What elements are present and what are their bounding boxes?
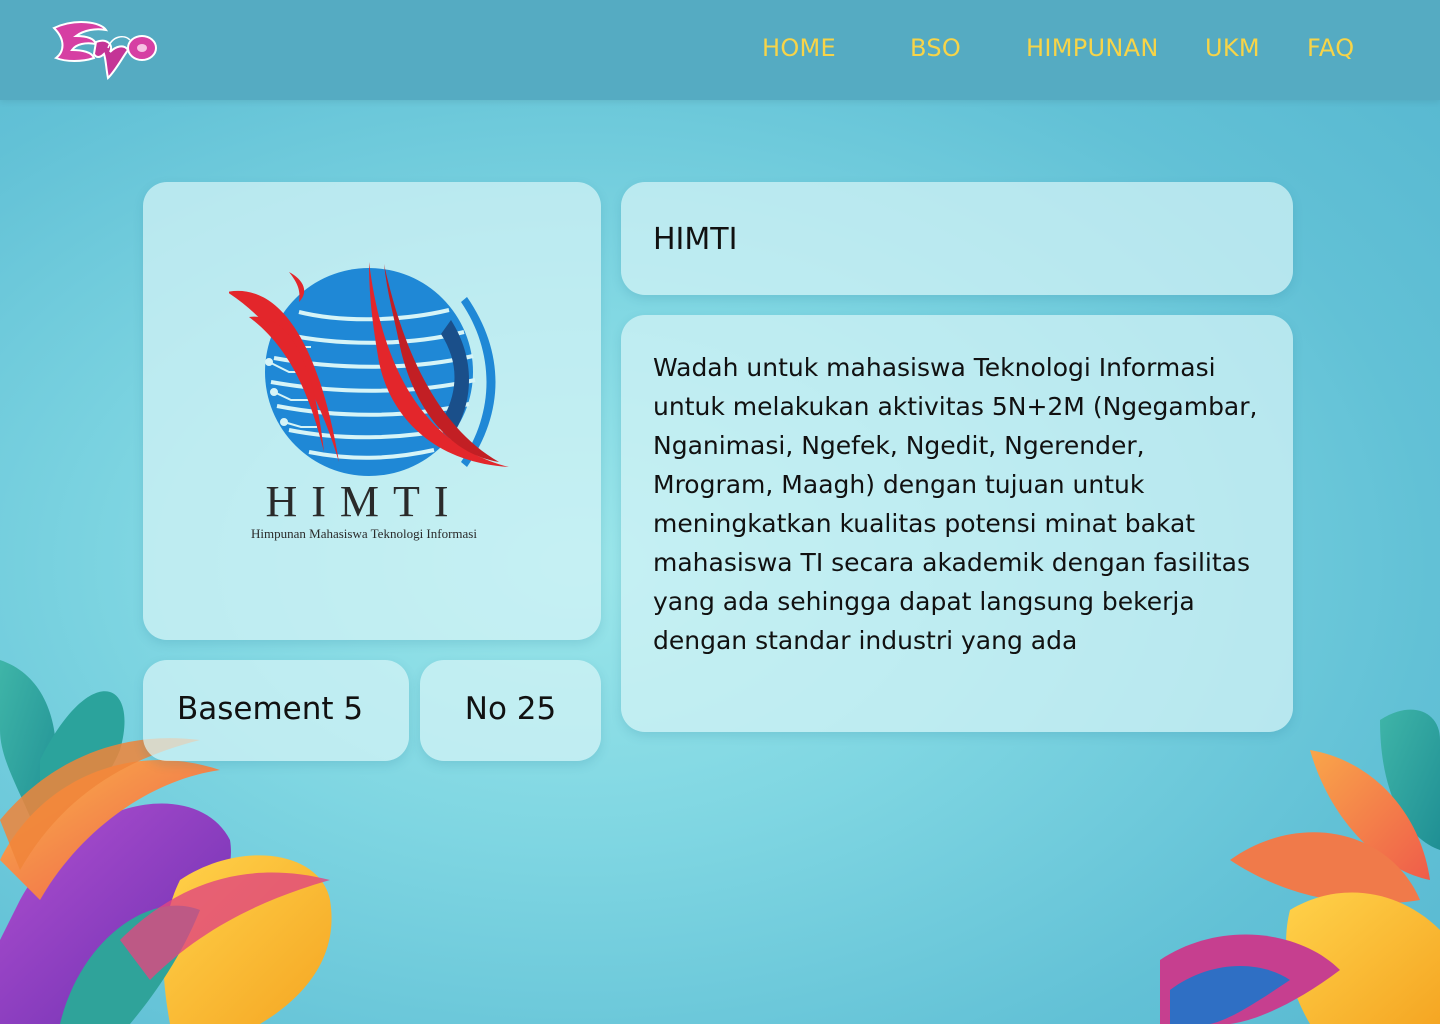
nav-home-link[interactable]: HOME [762, 34, 836, 62]
nav-faq-link[interactable]: FAQ [1307, 34, 1354, 62]
top-navbar: HOME BSO HIMPUNAN UKM FAQ [0, 0, 1440, 100]
nav-himpunan-link[interactable]: HIMPUNAN [1026, 34, 1159, 62]
organization-name: HIMTI [653, 222, 738, 257]
expo-logo[interactable] [46, 18, 160, 82]
nav-bso-link[interactable]: BSO [910, 34, 961, 62]
booth-number-label: No 25 [464, 691, 557, 727]
nav-ukm-link[interactable]: UKM [1205, 34, 1260, 62]
organization-logo-card: HIMTI Himpunan Mahasiswa Teknologi Infor… [143, 182, 601, 640]
location-label: Basement 5 [177, 691, 364, 727]
location-card: Basement 5 [143, 660, 409, 761]
organization-name-card: HIMTI [621, 182, 1293, 295]
booth-number-card: No 25 [420, 660, 601, 761]
organization-description: Wadah untuk mahasiswa Teknologi Informas… [653, 353, 1258, 655]
himti-logo-title: HIMTI [265, 477, 462, 526]
organization-description-card: Wadah untuk mahasiswa Teknologi Informas… [621, 315, 1293, 732]
tropical-leaves-right [1160, 709, 1440, 1024]
himti-logo: HIMTI Himpunan Mahasiswa Teknologi Infor… [229, 262, 509, 541]
himti-logo-subtitle: Himpunan Mahasiswa Teknologi Informasi [251, 526, 477, 541]
